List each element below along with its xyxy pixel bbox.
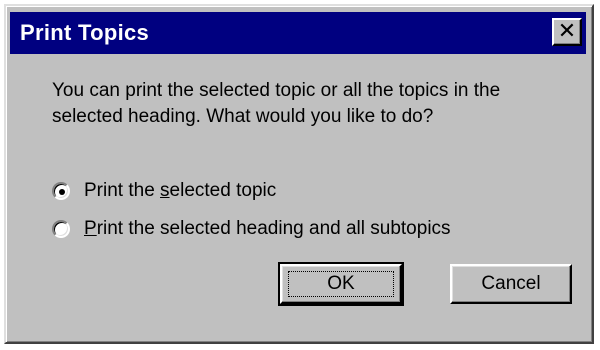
option-label-text: elected topic	[169, 180, 277, 201]
radio-print-selected-topic[interactable]	[52, 182, 70, 200]
window-title: Print Topics	[20, 20, 150, 45]
option-label: Print the selected heading and all subto…	[84, 216, 451, 242]
option-label-mnemonic: s	[160, 180, 170, 201]
title-bar[interactable]: Print Topics ✕	[10, 12, 586, 54]
close-button[interactable]: ✕	[552, 18, 582, 46]
option-print-heading-and-subtopics[interactable]: Print the selected heading and all subto…	[52, 216, 451, 242]
option-label-text: rint the selected heading and all subtop…	[96, 218, 451, 239]
radio-dot-icon	[59, 189, 65, 195]
cancel-button[interactable]: Cancel	[450, 264, 572, 304]
option-label: Print the selected topic	[84, 178, 276, 204]
radio-print-heading-and-subtopics[interactable]	[52, 220, 70, 238]
ok-button[interactable]: OK	[278, 262, 404, 306]
option-label-text: Print the	[84, 180, 161, 201]
print-topics-dialog: Print Topics ✕ You can print the selecte…	[4, 4, 594, 344]
option-print-selected-topic[interactable]: Print the selected topic	[52, 178, 276, 204]
close-icon: ✕	[557, 19, 577, 44]
focus-rectangle: OK	[288, 271, 394, 297]
cancel-button-label: Cancel	[481, 273, 541, 294]
option-label-mnemonic: P	[84, 218, 97, 239]
prompt-message: You can print the selected topic or all …	[52, 80, 501, 127]
ok-button-label: OK	[327, 273, 355, 294]
